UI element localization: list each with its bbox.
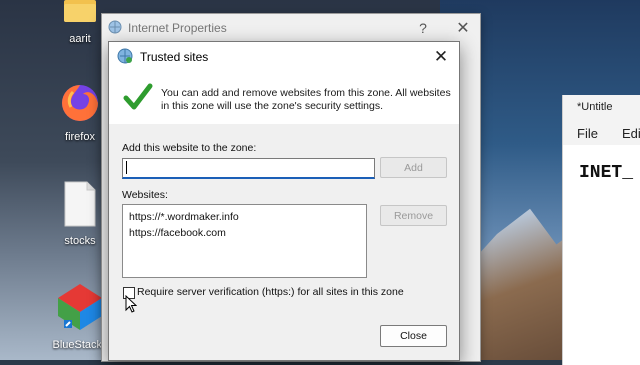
notepad-tab-title[interactable]: *Untitle xyxy=(563,95,640,121)
mouse-cursor-icon xyxy=(125,294,138,313)
websites-label: Websites: xyxy=(122,189,168,201)
info-panel: You can add and remove websites from thi… xyxy=(109,72,459,124)
text-caret xyxy=(126,161,127,174)
notepad-text-area[interactable]: INET_ xyxy=(563,145,640,201)
checkmark-icon xyxy=(123,82,153,112)
website-url-input[interactable] xyxy=(122,158,375,179)
parent-close-button[interactable]: ✕ xyxy=(446,18,480,38)
add-website-label: Add this website to the zone: xyxy=(122,142,257,154)
websites-list[interactable]: https://*.wordmaker.info https://faceboo… xyxy=(122,204,367,278)
notepad-menubar: File Edit xyxy=(563,121,640,145)
remove-button[interactable]: Remove xyxy=(380,205,447,226)
dialog-close-button[interactable]: ✕ xyxy=(423,42,459,72)
internet-options-icon xyxy=(108,20,122,37)
internet-properties-title: Internet Properties xyxy=(128,21,227,35)
trusted-sites-titlebar: Trusted sites ✕ xyxy=(109,42,459,72)
add-button[interactable]: Add xyxy=(380,157,447,178)
require-https-label[interactable]: Require server verification (https:) for… xyxy=(137,286,404,298)
menu-edit[interactable]: Edit xyxy=(622,126,640,141)
trusted-sites-dialog: Trusted sites ✕ You can add and remove w… xyxy=(108,41,460,361)
trusted-sites-icon xyxy=(117,48,133,67)
list-item[interactable]: https://facebook.com xyxy=(129,225,360,241)
close-button[interactable]: Close xyxy=(380,325,447,347)
menu-file[interactable]: File xyxy=(577,126,598,141)
zone-info-text: You can add and remove websites from thi… xyxy=(161,87,451,112)
trusted-sites-title: Trusted sites xyxy=(140,50,209,64)
internet-properties-titlebar: Internet Properties ? ✕ xyxy=(102,14,480,42)
help-button[interactable]: ? xyxy=(406,20,440,36)
notepad-window: *Untitle File Edit INET_ xyxy=(562,95,640,365)
list-item[interactable]: https://*.wordmaker.info xyxy=(129,209,360,225)
